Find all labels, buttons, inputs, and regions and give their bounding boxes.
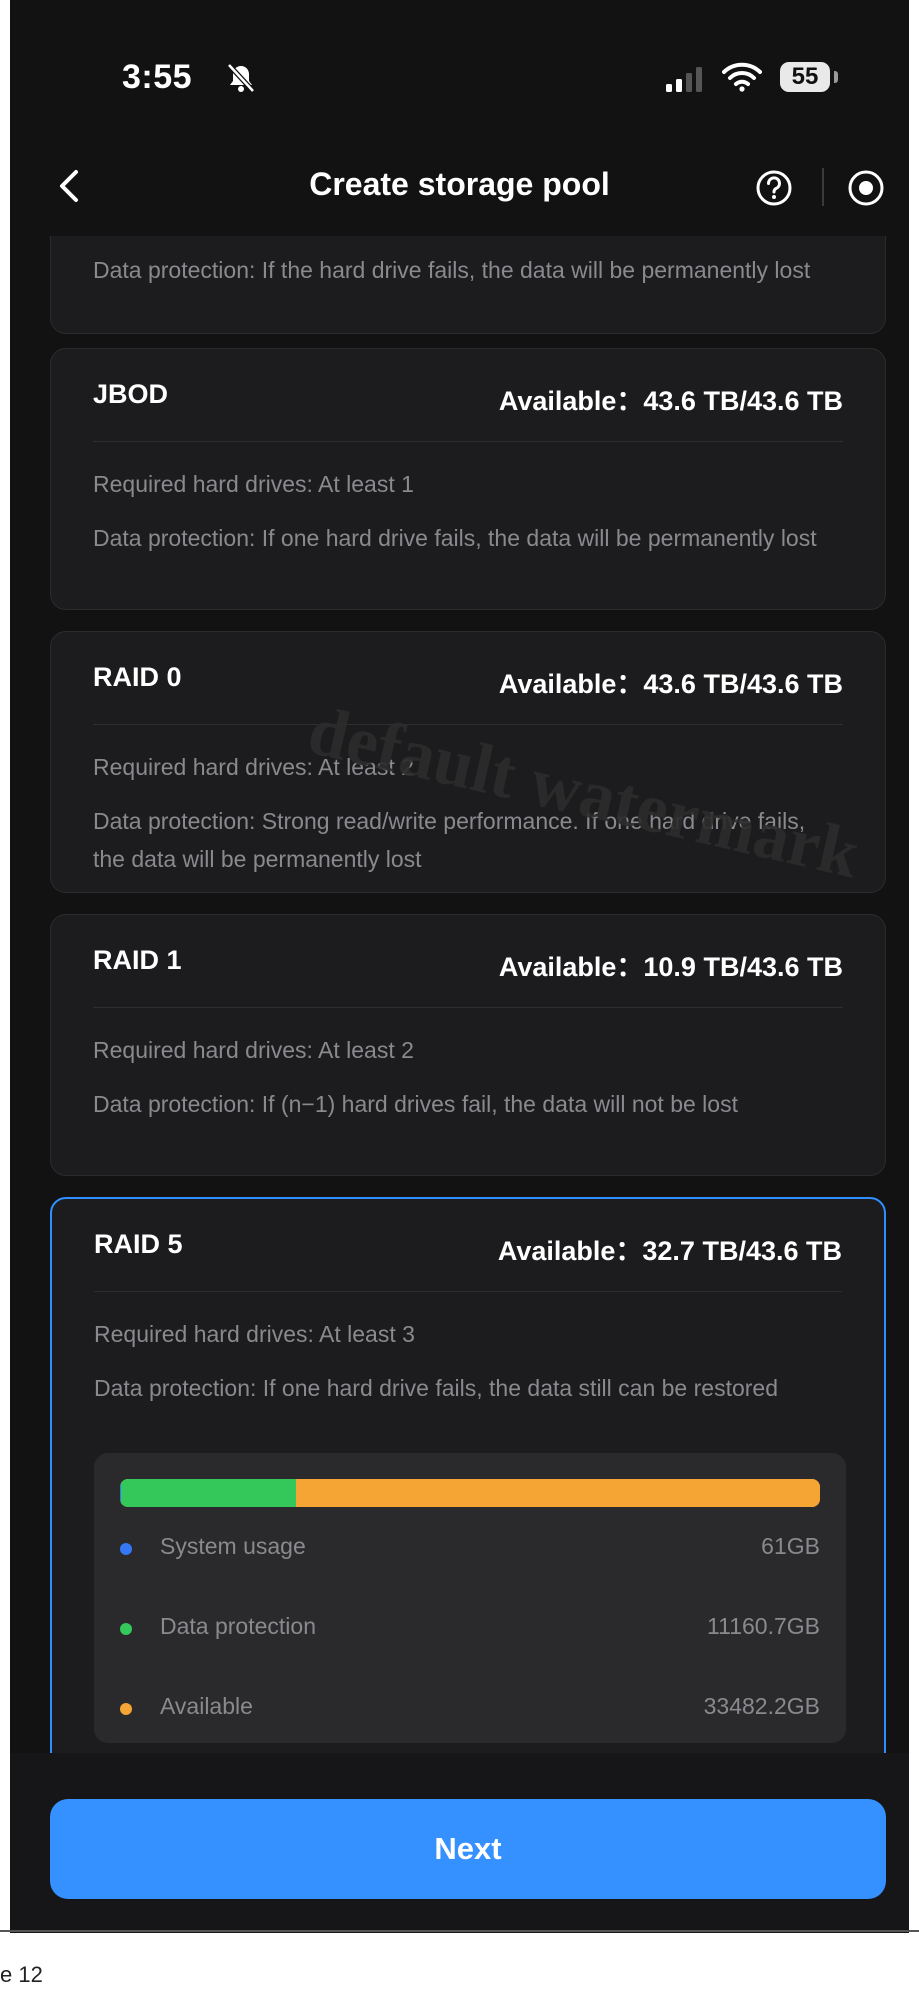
page-rule xyxy=(0,1930,919,1932)
card-protection: Data protection: If one hard drive fails… xyxy=(93,525,817,551)
card-title: RAID 1 xyxy=(93,945,182,975)
help-icon[interactable] xyxy=(754,168,794,208)
battery-tip xyxy=(834,71,838,83)
legend-dot xyxy=(120,1703,132,1715)
pool-option-card-partial[interactable]: Data protection: If the hard drive fails… xyxy=(50,236,886,334)
card-protection: Data protection: If (n−1) hard drives fa… xyxy=(93,1091,738,1117)
legend-value: 33482.2GB xyxy=(703,1693,820,1719)
card-title: JBOD xyxy=(93,379,169,409)
card-required-drives: Required hard drives: At least 3 xyxy=(94,1321,415,1347)
pool-type-list[interactable]: Data protection: If the hard drive fails… xyxy=(10,236,909,1753)
card-required-drives: Required hard drives: At least 2 xyxy=(93,1037,414,1063)
card-available: Available：10.9 TB/43.6 TB xyxy=(498,952,843,982)
legend-label: System usage xyxy=(160,1533,306,1559)
card-separator xyxy=(93,1007,843,1008)
legend-value: 61GB xyxy=(761,1533,820,1559)
next-button[interactable]: Next xyxy=(50,1799,886,1899)
header-divider xyxy=(822,168,824,206)
pool-option-raid5[interactable]: RAID 5 Available：32.7 TB/43.6 TB Require… xyxy=(50,1197,886,1753)
card-title: RAID 5 xyxy=(94,1229,183,1259)
pool-option-raid1[interactable]: RAID 1 Available：10.9 TB/43.6 TB Require… xyxy=(50,914,886,1176)
wifi-icon xyxy=(722,62,762,92)
legend-label: Data protection xyxy=(160,1613,316,1639)
legend-dot xyxy=(120,1623,132,1635)
record-target-icon[interactable] xyxy=(846,168,886,208)
footer-bar: Next xyxy=(10,1753,909,1933)
card-protection: Data protection: If the hard drive fails… xyxy=(93,257,811,283)
battery-indicator: 55 xyxy=(780,62,830,92)
usage-segment-protection xyxy=(120,1479,296,1507)
card-separator xyxy=(94,1291,842,1292)
phone-screen: 3:55 55 Create storage pool Data protect… xyxy=(10,0,909,1933)
pool-option-jbod[interactable]: JBOD Available：43.6 TB/43.6 TB Required … xyxy=(50,348,886,610)
page-caption: e 12 xyxy=(0,1962,43,1987)
card-available: Available：43.6 TB/43.6 TB xyxy=(498,669,843,699)
legend-row-protection: Data protection 11160.7GB xyxy=(120,1609,820,1649)
card-required-drives: Required hard drives: At least 1 xyxy=(93,471,414,497)
signal-icon xyxy=(666,67,702,92)
legend-row-system: System usage 61GB xyxy=(120,1529,820,1569)
usage-segment-available xyxy=(295,1479,820,1507)
bell-slash-icon xyxy=(227,63,255,93)
legend-dot xyxy=(120,1543,132,1555)
card-available: Available：43.6 TB/43.6 TB xyxy=(498,386,843,416)
status-time: 3:55 xyxy=(122,58,193,96)
card-separator xyxy=(93,441,843,442)
card-title: RAID 0 xyxy=(93,662,182,692)
legend-row-available: Available 33482.2GB xyxy=(120,1689,820,1729)
legend-value: 11160.7GB xyxy=(707,1613,820,1639)
card-available: Available：32.7 TB/43.6 TB xyxy=(497,1236,842,1266)
card-protection: Data protection: If one hard drive fails… xyxy=(94,1375,778,1401)
capacity-usage-panel: System usage 61GB Data protection 11160.… xyxy=(94,1453,846,1743)
capacity-usage-bar xyxy=(120,1479,820,1507)
legend-label: Available xyxy=(160,1693,253,1719)
